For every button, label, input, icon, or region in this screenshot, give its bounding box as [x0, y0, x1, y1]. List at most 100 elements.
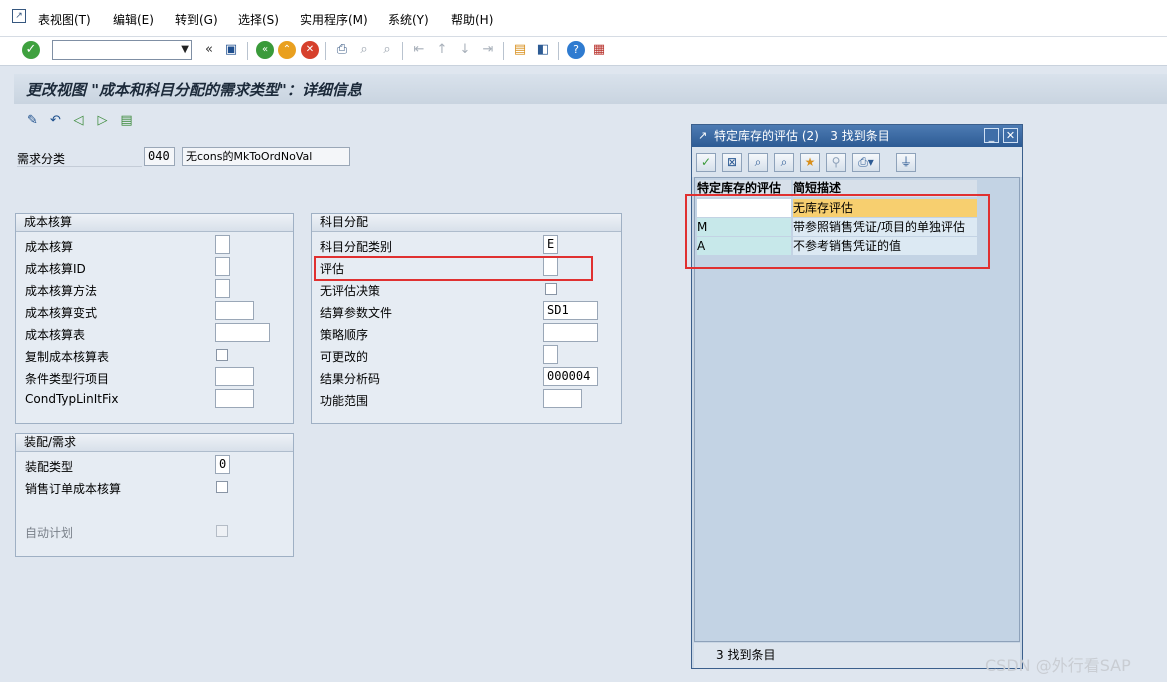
popup-status-bar: 3 找到条目 — [694, 643, 1020, 668]
layout-menu-icon[interactable]: ▦ — [590, 41, 608, 59]
popup-results-highlight — [685, 194, 990, 269]
menu-edit[interactable]: 编辑(E) — [113, 11, 154, 28]
undo-icon[interactable]: ↶ — [47, 112, 64, 129]
toolbar-separator — [325, 42, 326, 60]
assembly-type-field[interactable]: 0 — [215, 455, 230, 474]
results-analysis-key-label: 结果分析码 — [320, 372, 381, 386]
first-page-icon[interactable]: ⇤ — [410, 41, 428, 59]
results-analysis-key-field[interactable]: 000004 — [543, 367, 598, 386]
variant-icon[interactable]: ▤ — [118, 112, 135, 129]
toolbar-separator — [503, 42, 504, 60]
previous-page-icon[interactable]: ↑ — [433, 41, 451, 59]
new-session-icon[interactable]: ▤ — [511, 41, 529, 59]
find-next-icon[interactable]: ⌕ — [774, 153, 794, 172]
no-valuation-decision-label: 无评估决策 — [320, 284, 381, 298]
exit-icon[interactable]: ⌃ — [278, 41, 296, 59]
menu-bar: ↗ 表视图(T) 编辑(E) 转到(G) 选择(S) 实用程序(M) 系统(Y)… — [0, 0, 1167, 37]
assembly-group-title: 装配/需求 — [16, 434, 293, 452]
condition-type-item-label: 条件类型行项目 — [25, 372, 110, 386]
cancel-icon[interactable]: ✕ — [301, 41, 319, 59]
settlement-profile-field[interactable]: SD1 — [543, 301, 598, 320]
hierarchy-icon[interactable]: ⚲ — [826, 153, 846, 172]
menu-help[interactable]: 帮助(H) — [451, 11, 493, 28]
next-entry-icon[interactable]: ▷ — [94, 112, 111, 129]
popup-window-icon: ↗ — [698, 129, 708, 142]
costing-label: 成本核算 — [25, 240, 74, 254]
help-icon[interactable]: ? — [567, 41, 585, 59]
account-category-field[interactable]: E — [543, 235, 558, 254]
costing-id-field[interactable] — [215, 257, 230, 276]
costing-sheet-field[interactable] — [215, 323, 270, 342]
menu-goto[interactable]: 转到(G) — [175, 11, 218, 28]
automatic-planning-label: 自动计划 — [25, 526, 74, 540]
popup-title-bar: ↗ 特定库存的评估 (2) 3 找到条目 _ ✕ — [692, 125, 1022, 147]
menu-table-view[interactable]: 表视图(T) — [38, 11, 91, 28]
title-bar: 更改视图 "成本和科目分配的需求类型"：详细信息 — [14, 74, 1167, 104]
back-icon[interactable]: « — [256, 41, 274, 59]
display-change-icon[interactable]: ✎ — [24, 112, 41, 129]
condition-type-item-field[interactable] — [215, 367, 254, 386]
popup-title: 特定库存的评估 (2) 3 找到条目 — [714, 129, 890, 143]
shortcut-icon[interactable]: ◧ — [534, 41, 552, 59]
no-valuation-decision-checkbox[interactable] — [545, 283, 557, 295]
next-page-icon[interactable]: ↓ — [456, 41, 474, 59]
toolbar-separator — [402, 42, 403, 60]
costing-field[interactable] — [215, 235, 230, 254]
enter-check-icon[interactable]: ✓ — [22, 41, 40, 59]
back-arrows-icon[interactable]: « — [200, 41, 218, 59]
strategy-sequence-field[interactable] — [543, 323, 598, 342]
assembly-type-label: 装配类型 — [25, 460, 74, 474]
requirement-class-code: 040 — [144, 147, 175, 166]
copy-costing-sheet-label: 复制成本核算表 — [25, 350, 110, 364]
valuation-highlight — [314, 256, 593, 281]
strategy-sequence-label: 策略顺序 — [320, 328, 369, 342]
settlement-profile-label: 结算参数文件 — [320, 306, 393, 320]
confirm-check-icon[interactable]: ✓ — [696, 153, 716, 172]
find-icon[interactable]: ⌕ — [355, 41, 373, 59]
find-icon[interactable]: ⌕ — [748, 153, 768, 172]
dropdown-arrow-icon[interactable]: ▼ — [181, 44, 189, 55]
costing-id-label: 成本核算ID — [25, 262, 86, 276]
help-settings-icon[interactable]: ⏚ — [896, 153, 916, 172]
cancel-icon[interactable]: ⊠ — [722, 153, 742, 172]
automatic-planning-checkbox — [216, 525, 228, 537]
command-field[interactable]: ▼ — [52, 40, 192, 60]
last-page-icon[interactable]: ⇥ — [479, 41, 497, 59]
menu-selection[interactable]: 选择(S) — [238, 11, 279, 28]
print-icon[interactable]: ⎙ — [333, 41, 351, 59]
watermark: CSDN @外行看SAP — [985, 656, 1131, 675]
costing-variant-label: 成本核算变式 — [25, 306, 98, 320]
sales-order-costing-label: 销售订单成本核算 — [25, 482, 122, 496]
menu-utilities[interactable]: 实用程序(M) — [300, 11, 368, 28]
functional-area-label: 功能范围 — [320, 394, 369, 408]
menu-system[interactable]: 系统(Y) — [388, 11, 429, 28]
page-title: 更改视图 "成本和科目分配的需求类型"：详细信息 — [26, 81, 362, 99]
label-underline — [17, 166, 142, 167]
window-menu-icon[interactable]: ↗ — [12, 9, 26, 23]
close-icon[interactable]: ✕ — [1003, 128, 1018, 143]
condtyplinitfix-label: CondTypLinItFix — [25, 392, 119, 406]
functional-area-field[interactable] — [543, 389, 582, 408]
changeable-field[interactable] — [543, 345, 558, 364]
costing-group-title: 成本核算 — [16, 214, 293, 232]
requirement-class-description: 无cons的MkToOrdNoVal — [182, 147, 350, 166]
toolbar-separator — [558, 42, 559, 60]
costing-variant-field[interactable] — [215, 301, 254, 320]
find-next-icon[interactable]: ⌕ — [378, 41, 396, 59]
application-toolbar: ✎ ↶ ◁ ▷ ▤ — [14, 106, 694, 134]
minimize-icon[interactable]: _ — [984, 128, 999, 143]
new-search-icon[interactable]: ★ — [800, 153, 820, 172]
costing-method-field[interactable] — [215, 279, 230, 298]
account-category-label: 科目分配类别 — [320, 240, 393, 254]
standard-toolbar: ✓ ▼ « ▣ « ⌃ ✕ ⎙ ⌕ ⌕ ⇤ ↑ ↓ ⇥ ▤ ◧ ? ▦ — [0, 37, 1167, 66]
copy-costing-sheet-checkbox[interactable] — [216, 349, 228, 361]
popup-toolbar: ✓ ⊠ ⌕ ⌕ ★ ⚲ ⎙▾ ⏚ — [692, 147, 1022, 177]
condtyplinitfix-field[interactable] — [215, 389, 254, 408]
print-icon[interactable]: ⎙▾ — [852, 153, 880, 172]
save-icon[interactable]: ▣ — [222, 41, 240, 59]
previous-entry-icon[interactable]: ◁ — [70, 112, 87, 129]
requirement-class-label: 需求分类 — [17, 152, 66, 166]
sales-order-costing-checkbox[interactable] — [216, 481, 228, 493]
toolbar-separator — [247, 42, 248, 60]
account-assignment-group-title: 科目分配 — [312, 214, 621, 232]
